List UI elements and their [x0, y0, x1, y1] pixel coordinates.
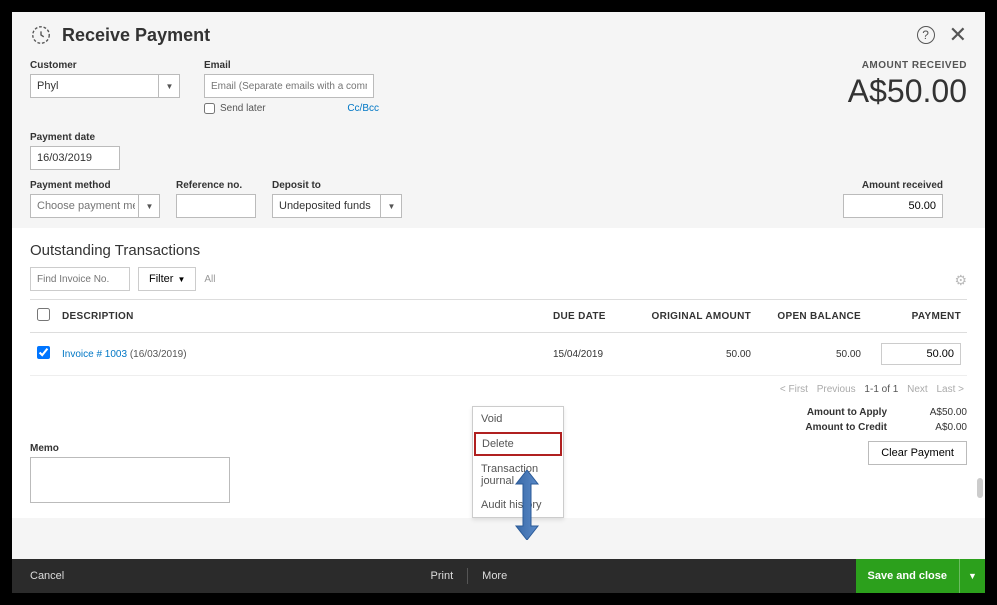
close-icon[interactable]: ✕	[949, 22, 967, 48]
filter-button[interactable]: Filter ▼	[138, 267, 196, 291]
pager-range: 1-1 of 1	[864, 384, 898, 395]
row-open-balance: 50.00	[757, 333, 867, 376]
pager: < First Previous 1-1 of 1 Next Last >	[30, 376, 967, 399]
col-description: DESCRIPTION	[56, 300, 547, 333]
amount-to-apply-value: A$50.00	[887, 407, 967, 418]
outstanding-title: Outstanding Transactions	[30, 242, 967, 259]
amount-received-field-label: Amount received	[843, 180, 943, 191]
scrollbar[interactable]	[977, 478, 983, 498]
amount-received-heading: AMOUNT RECEIVED	[848, 60, 967, 71]
footer: Cancel Print More Save and close ▼	[12, 559, 985, 593]
pager-next[interactable]: Next	[907, 384, 928, 395]
more-button[interactable]: More	[468, 568, 521, 584]
payment-date-input[interactable]	[30, 146, 120, 170]
payment-date-label: Payment date	[30, 132, 943, 143]
print-button[interactable]: Print	[417, 568, 469, 584]
filter-all-label: All	[204, 274, 215, 285]
find-invoice-input[interactable]	[30, 267, 130, 291]
amount-received-input[interactable]	[843, 194, 943, 218]
email-label: Email	[204, 60, 379, 71]
payment-method-label: Payment method	[30, 180, 160, 191]
reference-label: Reference no.	[176, 180, 256, 191]
memo-textarea[interactable]	[30, 457, 230, 503]
table-row: Invoice # 1003 (16/03/2019) 15/04/2019 5…	[30, 333, 967, 376]
amount-to-credit-label: Amount to Credit	[767, 422, 887, 433]
col-payment: PAYMENT	[867, 300, 967, 333]
ccbcc-link[interactable]: Cc/Bcc	[347, 103, 379, 114]
email-input[interactable]	[204, 74, 374, 98]
invoice-date: (16/03/2019)	[130, 349, 187, 360]
receive-payment-window: Receive Payment ? ✕ Customer ▼ Email Sen…	[8, 8, 989, 597]
outstanding-panel: Outstanding Transactions Filter ▼ All ⚙ …	[12, 228, 985, 518]
help-icon[interactable]: ?	[917, 26, 935, 44]
row-due-date: 15/04/2019	[547, 333, 637, 376]
memo-label: Memo	[30, 443, 230, 454]
menu-delete[interactable]: Delete	[474, 432, 562, 456]
menu-audit-history[interactable]: Audit history	[473, 493, 563, 517]
menu-void[interactable]: Void	[473, 407, 563, 431]
pager-last[interactable]: Last >	[936, 384, 964, 395]
send-later-checkbox[interactable]	[204, 103, 215, 114]
customer-label: Customer	[30, 60, 180, 71]
deposit-select[interactable]	[272, 194, 402, 218]
gear-icon[interactable]: ⚙	[954, 272, 967, 289]
select-all-checkbox[interactable]	[37, 308, 50, 321]
col-original-amount: ORIGINAL AMOUNT	[637, 300, 757, 333]
deposit-label: Deposit to	[272, 180, 402, 191]
row-payment-input[interactable]	[881, 343, 961, 365]
amount-to-apply-label: Amount to Apply	[767, 407, 887, 418]
cancel-button[interactable]: Cancel	[12, 570, 82, 582]
reference-input[interactable]	[176, 194, 256, 218]
transactions-table: DESCRIPTION DUE DATE ORIGINAL AMOUNT OPE…	[30, 299, 967, 376]
send-later-label: Send later	[220, 103, 266, 114]
chevron-down-icon: ▼	[968, 571, 977, 581]
chevron-down-icon: ▼	[177, 275, 185, 284]
save-and-close-button[interactable]: Save and close	[856, 559, 960, 593]
payment-method-select[interactable]	[30, 194, 160, 218]
col-due-date: DUE DATE	[547, 300, 637, 333]
payment-clock-icon	[30, 24, 52, 46]
amount-to-credit-value: A$0.00	[887, 422, 967, 433]
more-menu: Void Delete Transaction journal Audit hi…	[472, 406, 564, 518]
page-title: Receive Payment	[62, 25, 917, 46]
invoice-link[interactable]: Invoice # 1003	[62, 349, 127, 360]
pager-prev[interactable]: Previous	[817, 384, 856, 395]
clear-payment-button[interactable]: Clear Payment	[868, 441, 967, 465]
save-dropdown-caret[interactable]: ▼	[959, 559, 985, 593]
pager-first[interactable]: < First	[780, 384, 808, 395]
header: Receive Payment ? ✕	[12, 12, 985, 56]
col-open-balance: OPEN BALANCE	[757, 300, 867, 333]
row-checkbox[interactable]	[37, 346, 50, 359]
row-original-amount: 50.00	[637, 333, 757, 376]
amount-received-value: A$50.00	[848, 73, 967, 110]
menu-transaction-journal[interactable]: Transaction journal	[473, 457, 563, 493]
customer-select[interactable]	[30, 74, 180, 98]
